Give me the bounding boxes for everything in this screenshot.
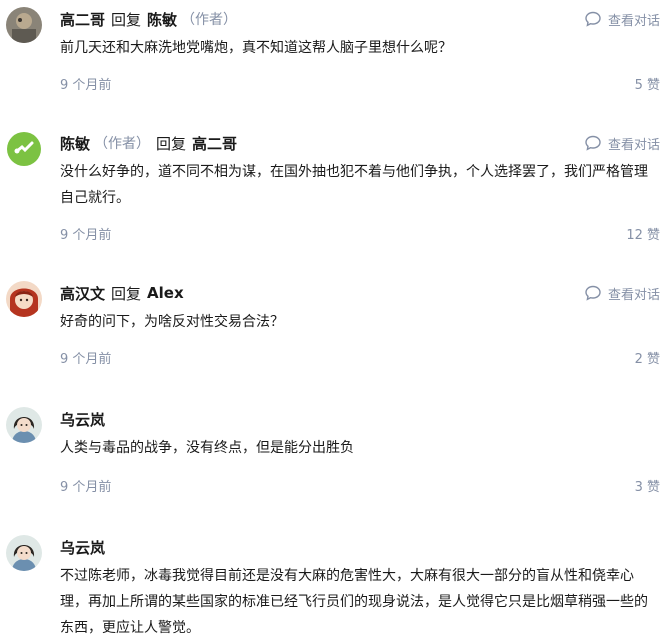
reply-word: 回复 <box>111 10 142 29</box>
reply-to-name[interactable]: Alex <box>147 284 184 302</box>
comment-text: 前几天还和大麻洗地党嘴炮，真不知道这帮人脑子里想什么呢？ <box>60 40 452 56</box>
like-button[interactable]: 5 赞 <box>635 74 660 93</box>
comment-time: 9 个月前 <box>60 480 112 495</box>
author-tag: （作者） <box>181 12 238 28</box>
author-name[interactable]: 高汉文 <box>60 283 105 304</box>
avatar[interactable] <box>6 281 42 317</box>
comment-time: 9 个月前 <box>60 78 112 93</box>
comment-time: 9 个月前 <box>60 352 112 367</box>
comment-time: 9 个月前 <box>60 228 112 243</box>
comment-header: 乌云岚 <box>60 407 105 431</box>
like-button[interactable]: 12 赞 <box>626 224 660 243</box>
reply-to-name[interactable]: 高二哥 <box>192 133 237 154</box>
comment-text: 人类与毒品的战争，没有终点，但是能分出胜负 <box>60 440 354 456</box>
view-conversation-label: 查看对话 <box>607 137 660 153</box>
reply-to-name[interactable]: 陈敏 <box>147 9 177 30</box>
reply-word: 回复 <box>111 284 142 303</box>
comment-text: 好奇的问下，为啥反对性交易合法？ <box>60 314 284 330</box>
comment-header: 高汉文 回复 Alex <box>60 281 184 305</box>
like-button[interactable]: 2 赞 <box>635 348 660 367</box>
view-conversation-button[interactable]: 查看对话 <box>584 131 660 155</box>
comment-item: 陈敏 （作者） 回复 高二哥 查看对话 没什么好争的，道不同不相为谋，在国外抽也… <box>0 131 665 261</box>
comment-header: 高二哥 回复 陈敏 （作者） <box>60 7 237 31</box>
avatar[interactable] <box>6 7 42 43</box>
view-conversation-label: 查看对话 <box>607 287 660 303</box>
comment-text: 不过陈老师，冰毒我觉得目前还是没有大麻的危害性大，大麻有很大一部分的盲从性和侥幸… <box>60 568 648 636</box>
speech-bubble-icon <box>585 285 601 301</box>
comment-item: 高汉文 回复 Alex 查看对话 好奇的问下，为啥反对性交易合法？ 9 个月前 … <box>0 281 665 371</box>
avatar[interactable] <box>6 407 42 443</box>
view-conversation-button[interactable]: 查看对话 <box>584 281 660 305</box>
comment-text: 没什么好争的，道不同不相为谋，在国外抽也犯不着与他们争执，个人选择罢了，我们严格… <box>60 164 648 206</box>
author-name[interactable]: 高二哥 <box>60 9 105 30</box>
comment-header: 乌云岚 <box>60 535 105 559</box>
speech-bubble-icon <box>585 11 601 27</box>
comment-item: 乌云岚 人类与毒品的战争，没有终点，但是能分出胜负 9 个月前 3 赞 <box>0 407 665 497</box>
avatar[interactable] <box>6 535 42 571</box>
comment-item: 乌云岚 不过陈老师，冰毒我觉得目前还是没有大麻的危害性大，大麻有很大一部分的盲从… <box>0 535 665 641</box>
author-name[interactable]: 乌云岚 <box>60 537 105 558</box>
view-conversation-button[interactable]: 查看对话 <box>584 7 660 31</box>
author-tag: （作者） <box>94 136 151 152</box>
author-name[interactable]: 陈敏 <box>60 133 90 154</box>
comment-item: 高二哥 回复 陈敏 （作者） 查看对话 前几天还和大麻洗地党嘴炮，真不知道这帮人… <box>0 7 665 117</box>
avatar[interactable] <box>6 131 42 167</box>
comment-header: 陈敏 （作者） 回复 高二哥 <box>60 131 237 155</box>
reply-word: 回复 <box>156 134 187 153</box>
like-button[interactable]: 3 赞 <box>635 476 660 495</box>
speech-bubble-icon <box>585 135 601 151</box>
author-name[interactable]: 乌云岚 <box>60 409 105 430</box>
view-conversation-label: 查看对话 <box>607 13 660 29</box>
